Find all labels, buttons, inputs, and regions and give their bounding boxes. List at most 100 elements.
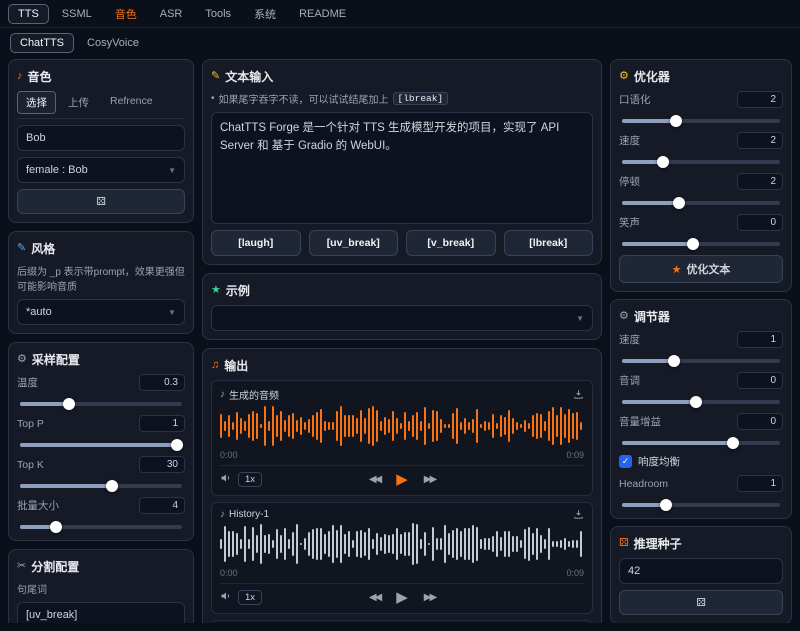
slider-track[interactable] [622, 242, 780, 246]
volume-icon[interactable] [220, 590, 232, 605]
tab-tools[interactable]: Tools [195, 4, 241, 24]
slider-track[interactable] [622, 160, 780, 164]
slider-track[interactable] [622, 201, 780, 205]
skip-back-button[interactable]: ◀◀ [369, 592, 380, 603]
refiner-panel-header: ⚙ 优化器 [619, 68, 783, 85]
slider-thumb[interactable] [171, 439, 183, 451]
tab-ssml[interactable]: SSML [52, 4, 102, 24]
slider-track[interactable] [20, 484, 182, 488]
slider-track[interactable] [20, 402, 182, 406]
laugh-token-button[interactable]: [laugh] [211, 230, 301, 256]
slider-track[interactable] [622, 441, 780, 445]
slider-value-input[interactable]: 1 [139, 415, 185, 432]
slider-value-input[interactable]: 4 [139, 497, 185, 514]
uv-break-token-button[interactable]: [uv_break] [309, 230, 399, 256]
slider-thumb[interactable] [673, 197, 685, 209]
loudness-eq-checkbox[interactable]: ✓ 响度均衡 [619, 454, 783, 469]
music-notes-icon: ♫ [211, 360, 219, 371]
tab-chattts[interactable]: ChatTTS [10, 33, 74, 53]
transport-controls: ◀◀ ▶ ▶▶ [369, 590, 435, 605]
slider-value-input[interactable]: 2 [737, 91, 783, 108]
style-select[interactable]: *auto ▼ [17, 299, 185, 325]
slider-value-input[interactable]: 0 [737, 413, 783, 430]
voice-tab-select[interactable]: 选择 [17, 91, 56, 114]
checkbox-checked-icon[interactable]: ✓ [619, 455, 632, 468]
volume-gain-slider: 音量增益 0 [619, 413, 783, 448]
slider-track[interactable] [622, 359, 780, 363]
headroom-slider: Headroom 1 [619, 475, 783, 510]
waveform-generated[interactable] [220, 405, 584, 447]
playback-speed-button[interactable]: 1x [238, 590, 262, 605]
seed-input[interactable] [619, 558, 783, 584]
slider-value-input[interactable]: 1 [737, 331, 783, 348]
style-icon: ✎ [17, 243, 26, 254]
volume-icon[interactable] [220, 472, 232, 487]
slider-value-input[interactable]: 1 [737, 475, 783, 492]
slider-thumb[interactable] [50, 521, 62, 533]
download-icon[interactable] [573, 509, 584, 520]
top-nav: TTS SSML 音色 ASR Tools 系统 README [0, 0, 800, 28]
download-icon[interactable] [573, 389, 584, 400]
slider-label: Headroom [619, 478, 668, 490]
sampling-panel-title: 采样配置 [32, 351, 80, 368]
top-p-slider: Top P 1 [17, 415, 185, 450]
tab-asr[interactable]: ASR [150, 4, 193, 24]
eos-input[interactable]: [uv_break] [17, 602, 185, 623]
tab-cosyvoice[interactable]: CosyVoice [77, 33, 149, 53]
random-seed-button[interactable]: ⚄ [619, 590, 783, 615]
slider-thumb[interactable] [668, 355, 680, 367]
tab-system[interactable]: 系统 [244, 2, 286, 26]
tab-tts[interactable]: TTS [8, 4, 49, 24]
examples-select[interactable]: ▼ [211, 305, 593, 331]
v-break-token-button[interactable]: [v_break] [406, 230, 496, 256]
skip-forward-button[interactable]: ▶▶ [424, 592, 435, 603]
slider-thumb[interactable] [670, 115, 682, 127]
slider-thumb[interactable] [106, 480, 118, 492]
slider-value-input[interactable]: 30 [139, 456, 185, 473]
play-button[interactable]: ▶ [396, 472, 408, 487]
slider-thumb[interactable] [727, 437, 739, 449]
voice-select[interactable]: female : Bob ▼ [17, 157, 185, 183]
hint-code-badge: [lbreak] [393, 92, 449, 105]
slider-thumb[interactable] [657, 156, 669, 168]
random-voice-button[interactable]: ⚄ [17, 189, 185, 214]
text-input-area[interactable]: ChatTTS Forge 是一个针对 TTS 生成模型开发的项目，实现了 AP… [211, 112, 593, 224]
tab-voice[interactable]: 音色 [105, 2, 147, 26]
slider-track[interactable] [20, 525, 182, 529]
slider-thumb[interactable] [660, 499, 672, 511]
voice-panel-header: ♪ 音色 [17, 68, 185, 85]
slider-track[interactable] [622, 400, 780, 404]
text-input-panel: ✎ 文本输入 • 如果尾字吞字不读，可以试试结尾加上 [lbreak] Chat… [202, 59, 602, 265]
slider-thumb[interactable] [687, 238, 699, 250]
lbreak-token-button[interactable]: [lbreak] [504, 230, 594, 256]
play-button[interactable]: ▶ [396, 590, 408, 605]
splitter-panel-header: ✂ 分割配置 [17, 558, 185, 575]
slider-value-input[interactable]: 0.3 [139, 374, 185, 391]
slider-track[interactable] [622, 503, 780, 507]
slider-track[interactable] [622, 119, 780, 123]
pencil-icon: ✎ [211, 71, 220, 82]
slider-value-input[interactable]: 0 [737, 372, 783, 389]
music-note-icon: ♪ [220, 509, 225, 520]
waveform-history-1[interactable] [220, 523, 584, 565]
hint-text: 如果尾字吞字不读，可以试试结尾加上 [219, 91, 389, 106]
tab-readme[interactable]: README [289, 4, 356, 24]
style-hint-text: 后缀为 _p 表示带prompt，效果更强但可能影响音质 [17, 263, 185, 293]
slider-thumb[interactable] [690, 396, 702, 408]
slider-value-input[interactable]: 2 [737, 173, 783, 190]
slider-thumb[interactable] [63, 398, 75, 410]
voice-tab-reference[interactable]: Refrence [101, 91, 162, 114]
skip-forward-button[interactable]: ▶▶ [424, 474, 435, 485]
slider-value-input[interactable]: 0 [737, 214, 783, 231]
slider-label: Top K [17, 459, 44, 471]
skip-back-button[interactable]: ◀◀ [369, 474, 380, 485]
audio-player-history-1: ♪ History-1 0:00 0:09 [211, 502, 593, 614]
text-panel-title: 文本输入 [225, 68, 273, 85]
playback-speed-button[interactable]: 1x [238, 472, 262, 487]
slider-value-input[interactable]: 2 [737, 132, 783, 149]
slider-track[interactable] [20, 443, 182, 447]
checkbox-label: 响度均衡 [638, 454, 680, 469]
voice-tab-upload[interactable]: 上传 [59, 91, 98, 114]
voice-name-input[interactable] [17, 125, 185, 151]
refine-text-button[interactable]: ★ 优化文本 [619, 255, 783, 283]
